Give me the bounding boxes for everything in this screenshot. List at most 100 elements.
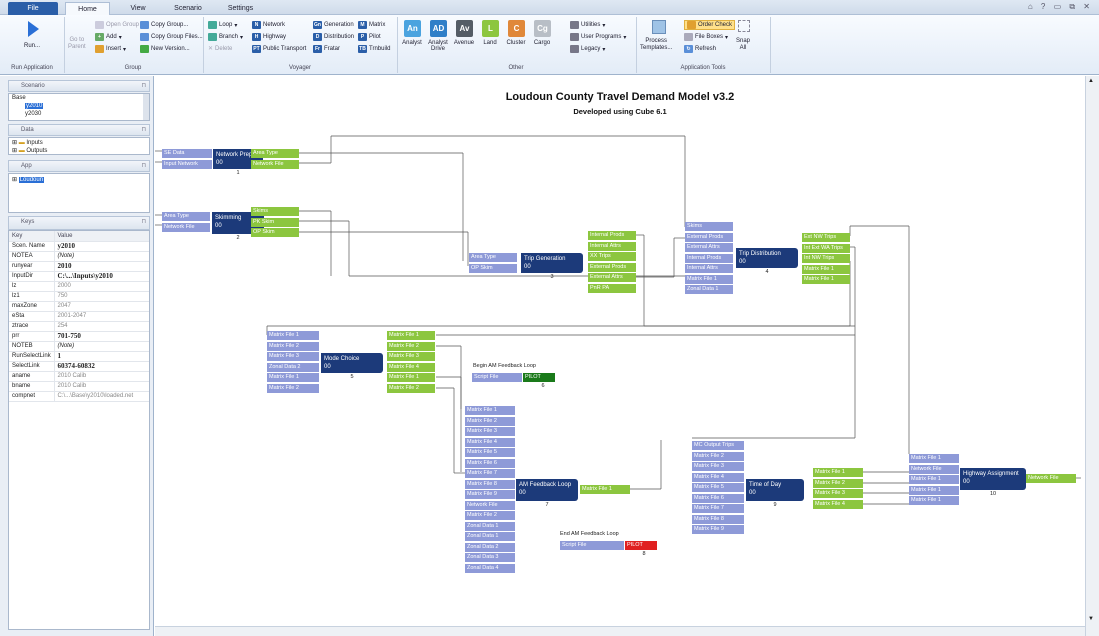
input-file-box[interactable]: Zonal Data 1	[465, 521, 515, 531]
scenario-node-y2030[interactable]: y2030	[25, 111, 41, 117]
tab-view[interactable]: View	[118, 2, 158, 15]
output-file-box[interactable]: Matrix File 1	[580, 485, 630, 494]
input-file-box[interactable]: Matrix File 1	[685, 274, 733, 284]
output-file-box[interactable]: Network File	[1026, 474, 1076, 483]
open-group-button[interactable]: Open Group	[95, 21, 139, 29]
keys-row[interactable]: NOTEA (Note)	[9, 251, 149, 262]
keys-row[interactable]: SelectLink 60374-60832	[9, 361, 149, 372]
scroll-up-icon[interactable]: ▲	[1088, 78, 1094, 84]
process-am-feedback-loop[interactable]: AM Feedback Loop 00	[516, 479, 578, 501]
utilities-button[interactable]: Utilities ▾	[570, 21, 605, 29]
scenario-node-y2010[interactable]: y2010	[25, 103, 44, 109]
tool-tile-5-icon[interactable]: Cg	[534, 20, 551, 37]
output-file-box[interactable]: Internal Attrs	[588, 241, 636, 251]
scroll-down-icon[interactable]: ▼	[1088, 616, 1094, 622]
script-file-box[interactable]: Script File	[472, 373, 522, 382]
input-file-box[interactable]: Zonal Data 4	[465, 563, 515, 573]
tool-tile-4-icon[interactable]: C	[508, 20, 525, 37]
input-file-box[interactable]: Matrix File 1	[267, 373, 319, 382]
generation-button[interactable]: Gn Generation	[313, 21, 354, 29]
input-file-box[interactable]: Matrix File 6	[465, 458, 515, 468]
output-file-box[interactable]: External Prods	[588, 262, 636, 272]
fratar-button[interactable]: Fr Fratar	[313, 45, 340, 53]
input-file-box[interactable]: External Attrs	[685, 243, 733, 252]
output-file-box[interactable]: Ext NW Trips	[802, 233, 850, 242]
branch-button[interactable]: Branch ▾	[208, 33, 243, 41]
input-file-box[interactable]: Matrix File 3	[465, 427, 515, 436]
output-file-box[interactable]: Matrix File 4	[813, 499, 863, 509]
output-file-box[interactable]: Matrix File 3	[387, 352, 435, 361]
input-file-box[interactable]: Area Type	[469, 253, 517, 262]
pin-icon[interactable]: ⊓	[141, 217, 146, 228]
process-time-of-day[interactable]: Time of Day 00	[746, 479, 804, 501]
output-file-box[interactable]: Skims	[251, 207, 299, 216]
keys-row[interactable]: aname 2010 Calib	[9, 371, 149, 382]
key-value[interactable]: C:\...\Inputs\y2010	[54, 271, 149, 282]
process-trip-generation[interactable]: Trip Generation 00	[521, 253, 583, 273]
input-file-box[interactable]: Matrix File 1	[909, 475, 959, 484]
output-file-box[interactable]: Area Type	[251, 149, 299, 158]
delete-button[interactable]: ✕ Delete	[208, 45, 232, 53]
canvas-horizontal-scrollbar[interactable]	[155, 626, 1085, 636]
tab-file[interactable]: File	[8, 2, 58, 15]
keys-row[interactable]: bname 2010 Calib	[9, 381, 149, 392]
process-mode-choice[interactable]: Mode Choice 00	[321, 353, 383, 373]
input-file-box[interactable]: MC Output Trips	[692, 441, 744, 450]
output-file-box[interactable]: Int Ext WA Trips	[802, 243, 850, 253]
output-file-box[interactable]: Matrix File 1	[802, 275, 850, 284]
tool-tile-0-icon[interactable]: An	[404, 20, 421, 37]
go-to-parent-button[interactable]: Go to Parent	[68, 37, 90, 51]
input-file-box[interactable]: SE Data	[162, 149, 212, 158]
output-file-box[interactable]: Matrix File 2	[813, 478, 863, 488]
input-file-box[interactable]: Matrix File 8	[465, 479, 515, 489]
output-file-box[interactable]: Matrix File 1	[387, 373, 435, 382]
copy-group-files-button[interactable]: Copy Group Files...	[140, 33, 203, 41]
key-value[interactable]: 750	[54, 291, 149, 302]
input-file-box[interactable]: External Prods	[685, 232, 733, 242]
key-value[interactable]: (Note)	[54, 341, 149, 352]
pin-icon[interactable]: ⊓	[141, 161, 146, 172]
input-file-box[interactable]: Matrix File 1	[909, 454, 959, 463]
network-button[interactable]: N Network	[252, 21, 285, 29]
key-value[interactable]: y2010	[54, 241, 149, 252]
output-file-box[interactable]: Network File	[251, 159, 299, 169]
scenario-node-base[interactable]: Base	[12, 95, 26, 101]
input-file-box[interactable]: Internal Attrs	[685, 264, 733, 273]
legacy-button[interactable]: Legacy ▾	[570, 45, 605, 53]
input-file-box[interactable]: Matrix File 3	[267, 352, 319, 361]
output-file-box[interactable]: Int NW Trips	[802, 254, 850, 263]
output-file-box[interactable]: Matrix File 2	[387, 341, 435, 351]
input-file-box[interactable]: Matrix File 6	[692, 493, 744, 503]
input-file-box[interactable]: Zonal Data 3	[465, 553, 515, 562]
tab-scenario[interactable]: Scenario	[163, 2, 213, 15]
input-file-box[interactable]: Zonal Data 1	[685, 285, 733, 294]
output-file-box[interactable]: Internal Prods	[588, 231, 636, 240]
key-value[interactable]: 1	[54, 351, 149, 362]
pilot-tag[interactable]: PILOT	[625, 541, 657, 550]
key-value[interactable]: 2000	[54, 281, 149, 292]
tool-tile-3-icon[interactable]: L	[482, 20, 499, 37]
output-file-box[interactable]: XX Trips	[588, 252, 636, 261]
input-file-box[interactable]: Matrix File 3	[692, 462, 744, 471]
key-value[interactable]: 2010	[54, 261, 149, 272]
keys-row[interactable]: NOTEB (Note)	[9, 341, 149, 352]
user-programs-button[interactable]: User Programs ▾	[570, 33, 626, 41]
canvas-vertical-scrollbar[interactable]: ▲ ▼	[1085, 76, 1099, 636]
keys-row[interactable]: eSta 2001-2047	[9, 311, 149, 322]
output-file-box[interactable]: Matrix File 1	[802, 264, 850, 274]
key-value[interactable]: (Note)	[54, 251, 149, 262]
keys-row[interactable]: RunSelectLink 1	[9, 351, 149, 362]
input-file-box[interactable]: Matrix File 9	[465, 490, 515, 499]
keys-row[interactable]: Scen. Name y2010	[9, 241, 149, 252]
input-file-box[interactable]: Matrix File 1	[909, 496, 959, 505]
keys-row[interactable]: lz 2000	[9, 281, 149, 292]
input-file-box[interactable]: Internal Prods	[685, 253, 733, 263]
tab-settings[interactable]: Settings	[218, 2, 263, 15]
tool-tile-1-icon[interactable]: AD	[430, 20, 447, 37]
input-file-box[interactable]: Network File	[162, 222, 210, 232]
input-file-box[interactable]: Area Type	[162, 212, 210, 221]
data-panel-header[interactable]: Data ⊓	[8, 124, 150, 136]
public-transport-button[interactable]: PT Public Transport	[252, 45, 306, 53]
app-node-loudoun[interactable]: ⊞ Loudoun	[12, 176, 45, 183]
app-panel-header[interactable]: App ⊓	[8, 160, 150, 172]
